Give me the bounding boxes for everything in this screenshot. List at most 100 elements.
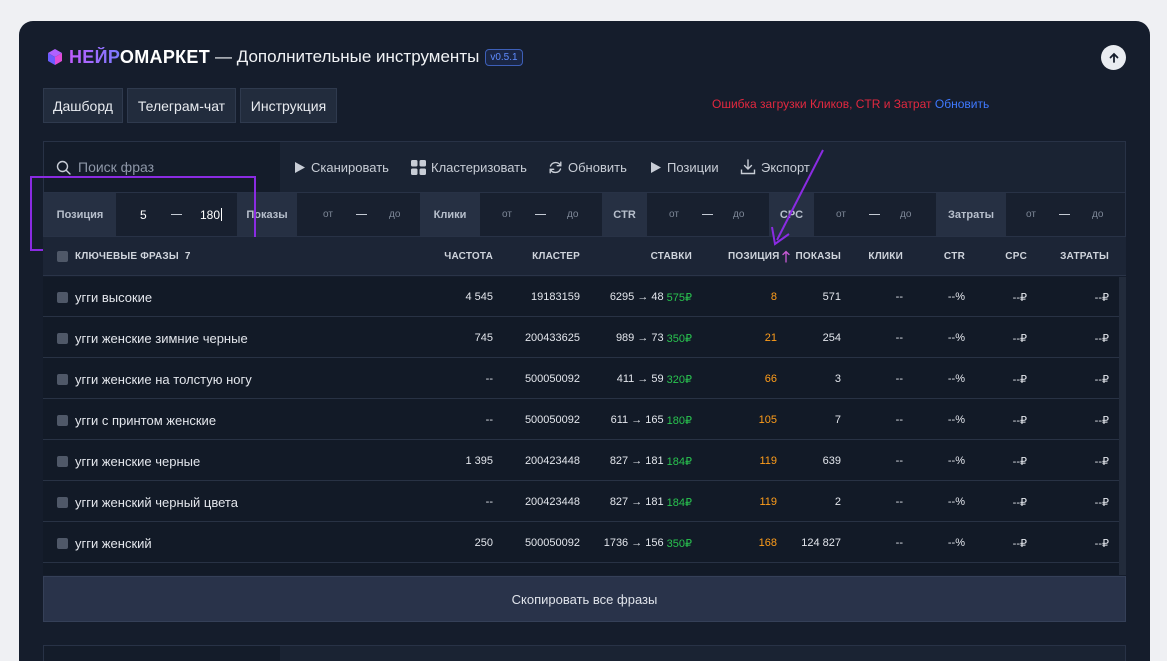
table-row[interactable]: угги женский черный цвета -- 200423448 827 … bbox=[43, 482, 1119, 522]
col-costs[interactable]: ЗАТРАТЫ bbox=[1043, 237, 1109, 275]
range-dash bbox=[702, 214, 713, 215]
phrase-cell: угги женские черные bbox=[75, 453, 201, 469]
table-body: угги высокие 4 545 19183159 6295 → 48 575₽ 8 5… bbox=[43, 277, 1126, 575]
position-cell: 105 bbox=[758, 414, 777, 426]
row-checkbox[interactable] bbox=[57, 400, 68, 440]
instruction-button[interactable]: Инструкция bbox=[240, 88, 337, 123]
frequency-cell: -- bbox=[485, 414, 493, 426]
ctr-cell: --% bbox=[947, 414, 965, 426]
filter-clicks-label: Клики bbox=[420, 193, 480, 236]
row-checkbox[interactable] bbox=[57, 277, 68, 317]
telegram-chat-button[interactable]: Телеграм-чат bbox=[127, 88, 236, 123]
cpc-cell: --₽ bbox=[1012, 496, 1027, 509]
clicks-to-input[interactable]: до bbox=[567, 193, 578, 236]
bid-price: 575₽ bbox=[666, 291, 692, 304]
col-bids[interactable]: СТАВКИ bbox=[603, 237, 692, 275]
position-cell: 119 bbox=[759, 496, 777, 508]
cpc-to-input[interactable]: до bbox=[900, 193, 911, 236]
ctr-to-input[interactable]: до bbox=[733, 193, 744, 236]
table-scrollbar[interactable] bbox=[1119, 277, 1126, 575]
col-clicks[interactable]: КЛИКИ bbox=[853, 237, 903, 275]
error-refresh-link[interactable]: Обновить bbox=[935, 97, 989, 111]
bid-cell: 1736 → 156 350₽ bbox=[603, 537, 692, 550]
frequency-cell: -- bbox=[485, 373, 493, 385]
table-row[interactable]: угги женские зимние черные 745 200433625 98… bbox=[43, 318, 1119, 358]
cpc-cell: --₽ bbox=[1012, 373, 1027, 386]
row-checkbox[interactable] bbox=[57, 441, 68, 481]
col-cpc[interactable]: CPC bbox=[983, 237, 1027, 275]
costs-cell: --₽ bbox=[1094, 332, 1109, 345]
costs-to-input[interactable]: до bbox=[1092, 193, 1103, 236]
row-checkbox[interactable] bbox=[57, 523, 68, 563]
ctr-from-input[interactable]: от bbox=[669, 193, 679, 236]
costs-from-input[interactable]: от bbox=[1026, 193, 1036, 236]
cpc-from-input[interactable]: от bbox=[836, 193, 846, 236]
filter-ctr-label: CTR bbox=[602, 193, 647, 236]
clicks-cell: -- bbox=[895, 455, 903, 467]
frequency-cell: 250 bbox=[474, 537, 493, 549]
ctr-cell: --% bbox=[947, 291, 965, 303]
row-checkbox[interactable] bbox=[57, 482, 68, 522]
refresh-button[interactable]: Обновить bbox=[548, 142, 627, 192]
range-dash bbox=[1059, 214, 1070, 215]
cpc-cell: --₽ bbox=[1012, 455, 1027, 468]
clicks-from-input[interactable]: от bbox=[502, 193, 512, 236]
table-row[interactable]: угги женские на толстую ногу -- 500050092 4… bbox=[43, 359, 1119, 399]
shows-cell: 571 bbox=[822, 291, 841, 303]
col-phrases[interactable]: КЛЮЧЕВЫЕ ФРАЗЫ 7 bbox=[75, 237, 191, 275]
table-row[interactable]: угги высокие 4 545 19183159 6295 → 48 575₽ 8 5… bbox=[43, 277, 1119, 317]
position-cell: 21 bbox=[764, 332, 777, 344]
cluster-button[interactable]: Кластеризовать bbox=[411, 142, 527, 192]
ctr-cell: --% bbox=[947, 537, 965, 549]
filter-costs-label: Затраты bbox=[936, 193, 1006, 236]
cluster-cell: 500050092 bbox=[524, 537, 580, 549]
row-checkbox[interactable] bbox=[57, 359, 68, 399]
cluster-cell: 200423448 bbox=[524, 455, 580, 467]
cluster-cell: 19183159 bbox=[531, 291, 580, 303]
shows-cell: 124 827 bbox=[801, 537, 841, 549]
shows-cell: 639 bbox=[822, 455, 841, 467]
scan-button[interactable]: Сканировать bbox=[294, 142, 389, 192]
bid-price: 350₽ bbox=[666, 332, 692, 345]
clicks-cell: -- bbox=[895, 537, 903, 549]
shows-to-input[interactable]: до bbox=[389, 193, 400, 236]
filter-cpc-label: CPC bbox=[769, 193, 814, 236]
select-all-checkbox[interactable] bbox=[57, 237, 68, 275]
table-row[interactable]: угги женский 250 500050092 1736 → 156 350₽ 16… bbox=[43, 523, 1119, 563]
cluster-cell: 200423448 bbox=[524, 496, 580, 508]
bid-price: 320₽ bbox=[666, 373, 692, 386]
bid-cell: 611 → 165 180₽ bbox=[610, 414, 692, 427]
ctr-cell: --% bbox=[947, 455, 965, 467]
cluster-cell: 500050092 bbox=[524, 414, 580, 426]
position-cell: 8 bbox=[770, 291, 777, 303]
row-checkbox[interactable] bbox=[57, 318, 68, 358]
copy-all-phrases-button[interactable]: Скопировать все фразы bbox=[43, 576, 1126, 622]
phrase-cell: угги женский черный цвета bbox=[75, 494, 238, 510]
bid-price: 180₽ bbox=[666, 414, 692, 427]
col-position[interactable]: ПОЗИЦИЯ bbox=[728, 237, 790, 275]
costs-cell: --₽ bbox=[1094, 455, 1109, 468]
play-icon bbox=[295, 161, 305, 173]
dashboard-button[interactable]: Дашборд bbox=[43, 88, 123, 123]
positions-button[interactable]: Позиции bbox=[650, 142, 719, 192]
search-icon bbox=[56, 160, 71, 175]
refresh-icon bbox=[549, 161, 562, 173]
col-shows[interactable]: ПОКАЗЫ bbox=[788, 237, 841, 275]
phrases-count: 7 bbox=[184, 250, 191, 262]
export-button[interactable]: Экспорт bbox=[740, 142, 810, 192]
shows-from-input[interactable]: от bbox=[323, 193, 333, 236]
shows-cell: 3 bbox=[834, 373, 841, 385]
costs-cell: --₽ bbox=[1094, 537, 1109, 550]
col-cluster[interactable]: КЛАСТЕР bbox=[503, 237, 580, 275]
bid-cell: 989 → 73 350₽ bbox=[615, 332, 692, 345]
table-row[interactable]: угги женские черные 1 395 200423448 827 → 1… bbox=[43, 441, 1119, 481]
scroll-up-button[interactable] bbox=[1101, 45, 1126, 70]
table-row[interactable]: угги с принтом женские -- 500050092 611 → 1… bbox=[43, 400, 1119, 440]
col-ctr[interactable]: CTR bbox=[923, 237, 965, 275]
panel-header: НЕЙРОМАРКЕТ — Дополнительные инструменты… bbox=[46, 44, 523, 70]
col-frequency[interactable]: ЧАСТОТА bbox=[423, 237, 493, 275]
costs-cell: --₽ bbox=[1094, 496, 1109, 509]
frequency-cell: 4 545 bbox=[465, 291, 493, 303]
phrase-cell: угги женские на толстую ногу bbox=[75, 371, 252, 387]
play-icon bbox=[651, 161, 661, 173]
